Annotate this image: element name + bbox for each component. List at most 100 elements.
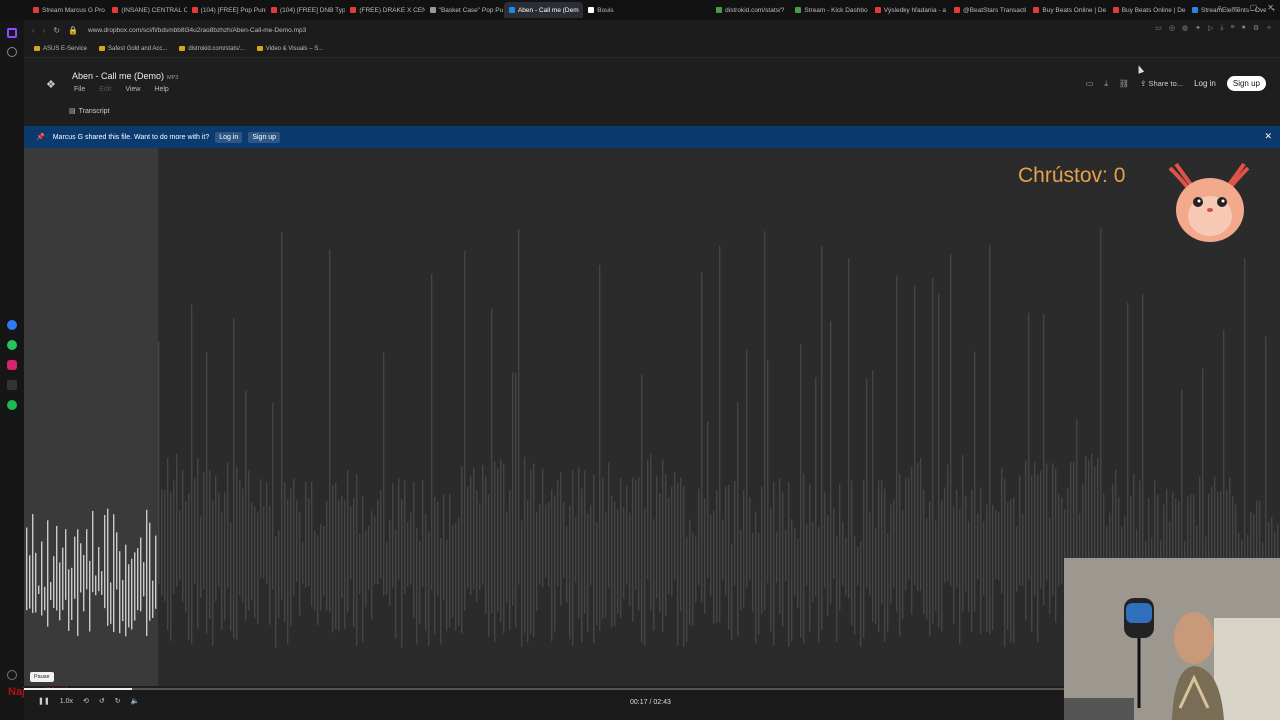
browser-tab[interactable]: @BeatStars Transacti <box>949 2 1028 18</box>
waveform-bar <box>941 500 943 632</box>
forward-icon[interactable]: ↻ <box>115 697 121 705</box>
waveform-bar <box>167 458 169 630</box>
share-button[interactable]: ⇪ Share to... <box>1140 79 1183 88</box>
camera-icon[interactable]: ◎ <box>1169 24 1175 32</box>
browser-tab[interactable]: (INSANE) CENTRAL CE <box>107 2 187 18</box>
instagram-icon[interactable] <box>7 360 17 370</box>
waveform-bar <box>440 538 442 645</box>
download-file-icon[interactable]: ⤓ <box>1104 79 1108 89</box>
dropbox-logo-icon[interactable]: ❖ <box>46 78 56 91</box>
waveform-bar <box>875 528 877 625</box>
menu-file[interactable]: File <box>74 86 85 93</box>
browser-tab[interactable]: (104) [FREE] Pop Puni <box>187 2 266 18</box>
waveform-bar <box>281 231 283 600</box>
play-icon[interactable]: ▷ <box>1208 24 1213 32</box>
reload-icon[interactable]: ↻ <box>53 26 60 35</box>
menu-help[interactable]: Help <box>154 86 168 93</box>
browser-tab[interactable]: Bouis <box>583 2 651 18</box>
pause-icon[interactable]: ❚❚ <box>38 697 50 705</box>
whatsapp-icon[interactable] <box>7 340 17 350</box>
waveform-bar <box>227 462 229 588</box>
waveform-bar <box>158 341 160 584</box>
messenger-icon[interactable] <box>7 320 17 330</box>
volume-icon[interactable]: 🔈 <box>131 697 140 705</box>
profile-icon[interactable]: ● <box>1242 24 1246 32</box>
banner-login-button[interactable]: Log in <box>215 131 243 143</box>
link-icon[interactable]: ⛓ <box>1119 79 1129 88</box>
ai-icon[interactable]: ✧ <box>1266 24 1272 32</box>
browser-tab[interactable]: Výsledky hľadania - a <box>870 2 949 18</box>
loop-icon[interactable]: ⟲ <box>83 697 89 705</box>
menu-view[interactable]: View <box>125 86 140 93</box>
waveform-bar <box>446 539 448 632</box>
browser-tab[interactable]: Stream Marcus G Pro <box>28 2 107 18</box>
waveform-bar <box>974 351 976 612</box>
rewind-icon[interactable]: ↺ <box>99 697 105 705</box>
waveform-bar <box>248 470 250 611</box>
speed-button[interactable]: 1.0x <box>60 698 73 705</box>
menu-icon[interactable]: ≡ <box>1231 24 1235 32</box>
waveform-bar <box>1061 497 1063 584</box>
spotify-icon[interactable] <box>7 400 17 410</box>
waveform-bar <box>737 402 739 636</box>
share-label: Share to... <box>1148 79 1184 88</box>
bookmark-item[interactable]: ASUS E-Service <box>34 46 87 52</box>
waveform-bar <box>521 520 523 647</box>
download-icon[interactable]: ⤓ <box>1220 24 1223 32</box>
menu-edit[interactable]: Edit <box>99 86 111 93</box>
heart-icon[interactable] <box>7 670 17 680</box>
tab-label: distrokid.com/stats/? <box>725 6 785 14</box>
login-button[interactable]: Log in <box>1194 79 1216 88</box>
browser-tab[interactable]: Buy Beats Online | De <box>1108 2 1187 18</box>
waveform-bar <box>518 229 520 585</box>
waveform-bar <box>869 512 871 597</box>
waveform-bar <box>908 477 910 580</box>
screenshot-icon[interactable]: ▭ <box>1155 24 1162 32</box>
waveform-bar <box>380 490 382 579</box>
browser-tab[interactable]: Stream - Kick Dashbo <box>790 2 869 18</box>
waveform-bar <box>656 475 658 599</box>
waveform-bar <box>758 532 760 635</box>
waveform-bar <box>35 552 37 613</box>
pinboard-icon[interactable] <box>7 47 17 57</box>
comment-icon[interactable]: ▭ <box>1086 79 1094 88</box>
progress-bar[interactable] <box>24 688 1064 690</box>
maximize-icon[interactable]: ▢ <box>1250 3 1258 13</box>
transcript-button[interactable]: ▤ Transcript <box>69 107 109 116</box>
bookmark-item[interactable]: Video & Visuals – S... <box>256 46 323 52</box>
signup-button[interactable]: Sign up <box>1226 76 1266 91</box>
home-icon[interactable] <box>7 28 17 38</box>
extension-icon[interactable]: ✦ <box>1195 24 1201 32</box>
browser-tab[interactable]: (104) [FREE] DNB Typ <box>266 2 345 18</box>
waveform-bar <box>215 475 217 602</box>
forward-icon[interactable]: › <box>43 26 46 35</box>
bookmark-item[interactable]: distrokid.com/stats/... <box>179 46 245 52</box>
x-icon[interactable] <box>7 380 17 390</box>
browser-tab[interactable]: Aben - Call me (Dem <box>503 2 584 18</box>
folder-icon <box>99 46 106 51</box>
file-menu: File Edit View Help <box>74 86 169 93</box>
browser-tab[interactable]: distrokid.com/stats/? <box>711 2 790 18</box>
close-banner-icon[interactable]: ✕ <box>1264 131 1272 142</box>
bookmark-item[interactable]: Safest Gold and Acc... <box>99 46 167 52</box>
waveform-bar <box>890 504 892 604</box>
settings-icon[interactable]: ⚙ <box>1253 24 1259 32</box>
shield-icon[interactable]: ◍ <box>1182 24 1188 32</box>
back-icon[interactable]: ‹ <box>32 26 35 35</box>
waveform-bar <box>851 480 853 626</box>
tab-favicon-icon <box>874 7 881 13</box>
waveform-bar <box>332 485 334 633</box>
browser-tab[interactable]: "Basket Case" Pop Pu <box>425 2 504 18</box>
search-tabs-icon[interactable]: ⌕ <box>1217 3 1221 13</box>
waveform-bar <box>191 304 193 645</box>
waveform-bar <box>707 421 709 579</box>
tab-label: Stream Marcus G Pro <box>42 6 105 14</box>
minimize-icon[interactable]: — <box>1232 3 1240 13</box>
banner-signup-button[interactable]: Sign up <box>248 131 281 143</box>
waveform-bar <box>152 580 154 618</box>
browser-tab[interactable]: Buy Beats Online | De <box>1028 2 1107 18</box>
waveform-bar <box>587 513 589 632</box>
close-window-icon[interactable]: ✕ <box>1267 3 1274 13</box>
url-field[interactable]: www.dropbox.com/scl/fi/bdsmbb8l34u2rao8b… <box>88 27 306 34</box>
browser-tab[interactable]: (FREE) DRAKE X CENT <box>345 2 425 18</box>
